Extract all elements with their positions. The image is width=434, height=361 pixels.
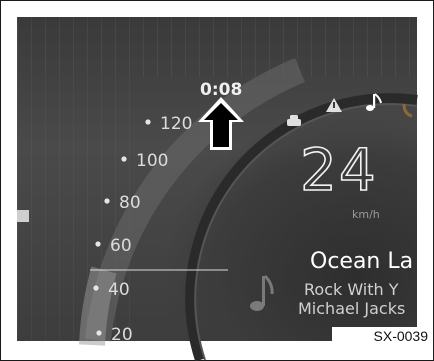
clock-time: 0:08 [200, 80, 242, 100]
tick-label-60: 60 [110, 236, 132, 256]
tick-dot [145, 119, 151, 125]
tick-label-100: 100 [136, 151, 168, 171]
media-artist: Michael Jacks [298, 299, 406, 318]
media-song-title: Rock With Y [304, 280, 399, 299]
tick-label-40: 40 [108, 280, 130, 300]
tick-dot [121, 156, 127, 162]
tick-dot [93, 285, 99, 291]
tick-label-120: 120 [160, 114, 192, 134]
figure-code: SX-0039 [332, 327, 432, 346]
media-music-note-icon [250, 274, 274, 311]
speed-value: 24 [299, 136, 378, 204]
tick-label-20: 20 [111, 325, 133, 345]
tick-dot [96, 330, 102, 336]
media-source: Ocean La [310, 249, 414, 274]
tick-dot [95, 241, 101, 247]
speed-unit: km/h [352, 208, 380, 221]
tick-label-80: 80 [119, 193, 141, 213]
tick-dot [104, 198, 110, 204]
